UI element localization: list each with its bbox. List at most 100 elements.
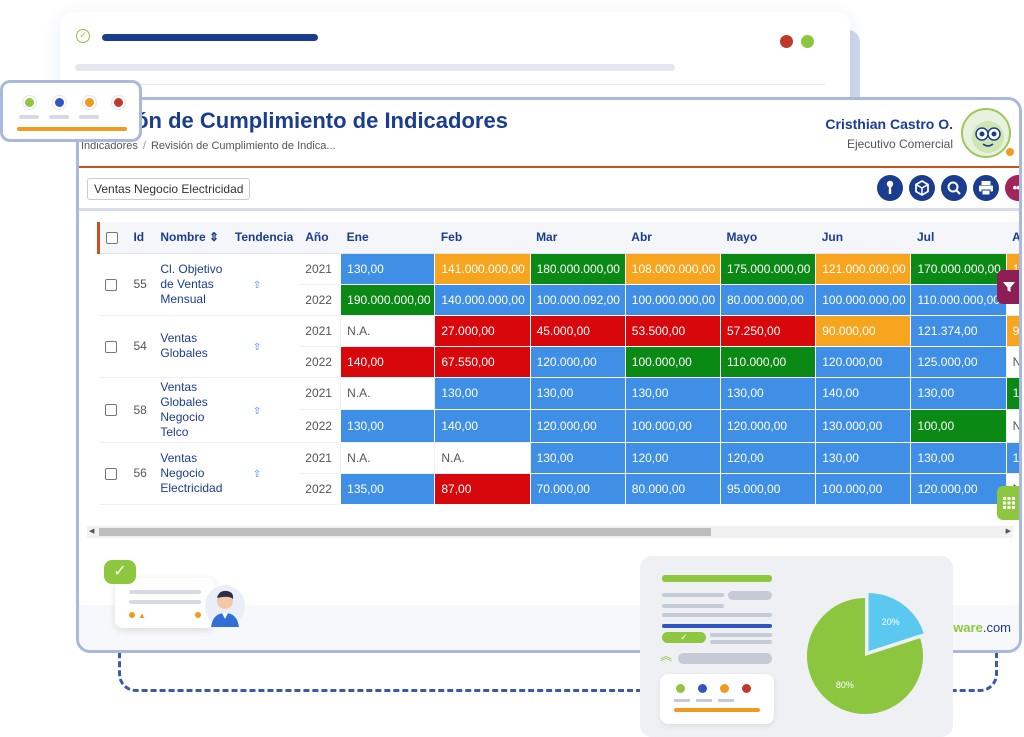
value-cell[interactable]: 130,00 (340, 409, 436, 443)
column-header-feb[interactable]: Feb (434, 222, 531, 254)
value-cell[interactable]: N.A. (340, 376, 436, 410)
select-all-checkbox[interactable] (106, 232, 118, 245)
row-checkbox[interactable] (104, 278, 117, 291)
value-cell[interactable]: 70.000,00 (529, 472, 626, 505)
value-cell[interactable]: 120,00 (624, 441, 722, 474)
filter-button[interactable] (997, 270, 1019, 304)
value-cell[interactable]: 95.000,00 (719, 472, 817, 505)
column-header-ano[interactable]: Año (299, 222, 341, 254)
column-header-mar[interactable]: Mar (530, 222, 626, 254)
value-cell[interactable]: 121.000.000,00 (815, 252, 912, 285)
tab-ventas-negocio-electricidad[interactable]: Ventas Negocio Electricidad (87, 178, 251, 200)
column-header-mayo[interactable]: Mayo (720, 222, 816, 254)
value-cell[interactable]: 53.500,00 (624, 314, 722, 347)
indicator-name[interactable]: Ventas Globales (154, 315, 229, 378)
value-cell[interactable]: 120.000,00 (719, 409, 817, 443)
search-button[interactable] (941, 175, 967, 201)
value-cell[interactable]: 100,00 (910, 409, 1007, 443)
table-row[interactable]: 58 Ventas Globales Negocio Telco ⇧ 2021 N.A.… (98, 376, 1019, 443)
print-button[interactable] (973, 175, 999, 201)
value-cell[interactable]: 100.000,00 (624, 345, 722, 378)
scrollbar-thumb[interactable] (99, 528, 711, 536)
row-checkbox[interactable] (104, 404, 117, 417)
value-cell[interactable]: N.A. (340, 314, 436, 347)
value-cell[interactable]: 130,00 (910, 376, 1007, 410)
value-cell[interactable]: 120.000,00 (910, 472, 1007, 505)
column-header-ago[interactable]: Ago (1006, 222, 1019, 254)
value-cell[interactable]: 108.000.000,00 (624, 252, 722, 285)
table-row[interactable]: 55 Cl. Objetivo de Ventas Mensual ⇧ 2021 130… (98, 252, 1019, 316)
value-cell[interactable]: 140,00 (815, 376, 912, 410)
value-cell[interactable]: 140,00 (434, 409, 531, 443)
value-cell[interactable]: 57.250,00 (719, 314, 817, 347)
select-all-header[interactable] (97, 222, 128, 254)
key-button[interactable] (877, 175, 903, 201)
value-cell[interactable]: 130,00 (340, 252, 436, 285)
value-cell[interactable]: 45.000,00 (529, 314, 626, 347)
value-cell[interactable]: 67.550,00 (434, 345, 531, 378)
indicator-name[interactable]: Ventas Globales Negocio Telco (154, 377, 229, 443)
indicator-name[interactable]: Ventas Negocio Electricidad (154, 442, 229, 505)
column-header-ene[interactable]: Ene (340, 222, 435, 254)
value-cell[interactable]: 130,00 (529, 441, 626, 474)
value-cell[interactable]: 100.000.000,00 (815, 283, 912, 316)
column-header-tendencia[interactable]: Tendencia (228, 222, 300, 254)
value-cell[interactable]: 130.000,00 (815, 409, 912, 443)
value-cell[interactable]: 141.000.000,00 (434, 252, 531, 285)
value-cell[interactable]: 100.000.092,00 (529, 283, 626, 316)
value-cell[interactable]: 100.000.000,00 (624, 283, 722, 316)
value-cell[interactable]: N.R. (1005, 409, 1019, 443)
value-cell[interactable]: 80.000,00 (624, 472, 722, 505)
value-cell[interactable]: 120.000,00 (529, 409, 626, 443)
value-cell[interactable]: N.A. (340, 441, 436, 474)
column-header-jul[interactable]: Jul (910, 222, 1007, 254)
value-cell[interactable]: 90.000,00 (815, 314, 912, 347)
indicator-name[interactable]: Cl. Objetivo de Ventas Mensual (154, 253, 229, 316)
value-cell[interactable]: 27.000,00 (434, 314, 531, 347)
avatar[interactable] (961, 108, 1011, 158)
value-cell[interactable]: 130,00 (815, 441, 912, 474)
value-cell[interactable]: 120,00 (719, 441, 817, 474)
value-cell[interactable]: 100.000,00 (624, 409, 722, 443)
value-cell[interactable]: 170.000.000,00 (910, 252, 1007, 285)
more-button[interactable]: ••• (1005, 175, 1019, 201)
value-cell[interactable]: 87,00 (434, 472, 531, 505)
value-cell[interactable]: 125.000,00 (910, 345, 1007, 378)
value-cell[interactable]: 190.000.000,00 (340, 283, 436, 316)
value-cell[interactable]: N.R. (1005, 345, 1019, 378)
value-cell[interactable]: 130,00 (434, 376, 531, 410)
value-cell[interactable]: 135,00 (340, 472, 436, 505)
value-cell[interactable]: 180.000.000,00 (529, 252, 626, 285)
row-checkbox[interactable] (104, 467, 117, 480)
value-cell[interactable]: N.A. (434, 441, 531, 474)
value-cell[interactable]: 140.000.000,00 (434, 283, 531, 316)
column-header-nombre[interactable]: Nombre ⇕ (154, 222, 229, 254)
value-cell[interactable]: 110.000,00 (719, 345, 817, 378)
value-cell[interactable]: 110.000.000,00 (910, 283, 1007, 316)
value-cell[interactable]: 120,0 (1005, 441, 1019, 474)
table-row[interactable]: 54 Ventas Globales ⇧ 2021 N.A. 27.000,00 45.00… (98, 314, 1019, 378)
value-cell[interactable]: 100.000,00 (815, 472, 912, 505)
value-cell[interactable]: 120.000,00 (815, 345, 912, 378)
value-cell[interactable]: 130,00 (624, 376, 722, 410)
scroll-left-arrow-icon[interactable]: ◀ (89, 526, 94, 538)
value-cell[interactable]: 80.000.000,00 (719, 283, 817, 316)
column-header-jun[interactable]: Jun (815, 222, 911, 254)
table-row[interactable]: 56 Ventas Negocio Electricidad ⇧ 2021 N.A. N.… (98, 441, 1019, 505)
value-cell[interactable]: 100,0 (1005, 376, 1019, 410)
grid-view-button[interactable] (997, 486, 1019, 520)
value-cell[interactable]: 140,00 (340, 345, 436, 378)
cube-button[interactable] (909, 175, 935, 201)
value-cell[interactable]: 121.374,00 (910, 314, 1007, 347)
value-cell[interactable]: 130,00 (719, 376, 817, 410)
column-header-id[interactable]: Id (127, 222, 155, 254)
value-cell[interactable]: 175.000.000,00 (719, 252, 817, 285)
row-checkbox[interactable] (104, 340, 117, 353)
value-cell[interactable]: 130,00 (529, 376, 626, 410)
column-header-abr[interactable]: Abr (625, 222, 721, 254)
horizontal-scrollbar[interactable]: ◀ ▶ (87, 526, 1013, 538)
value-cell[interactable]: 98.00 (1005, 314, 1019, 347)
value-cell[interactable]: 120.000,00 (529, 345, 626, 378)
scroll-right-arrow-icon[interactable]: ▶ (1006, 526, 1011, 538)
value-cell[interactable]: 130,00 (910, 441, 1007, 474)
